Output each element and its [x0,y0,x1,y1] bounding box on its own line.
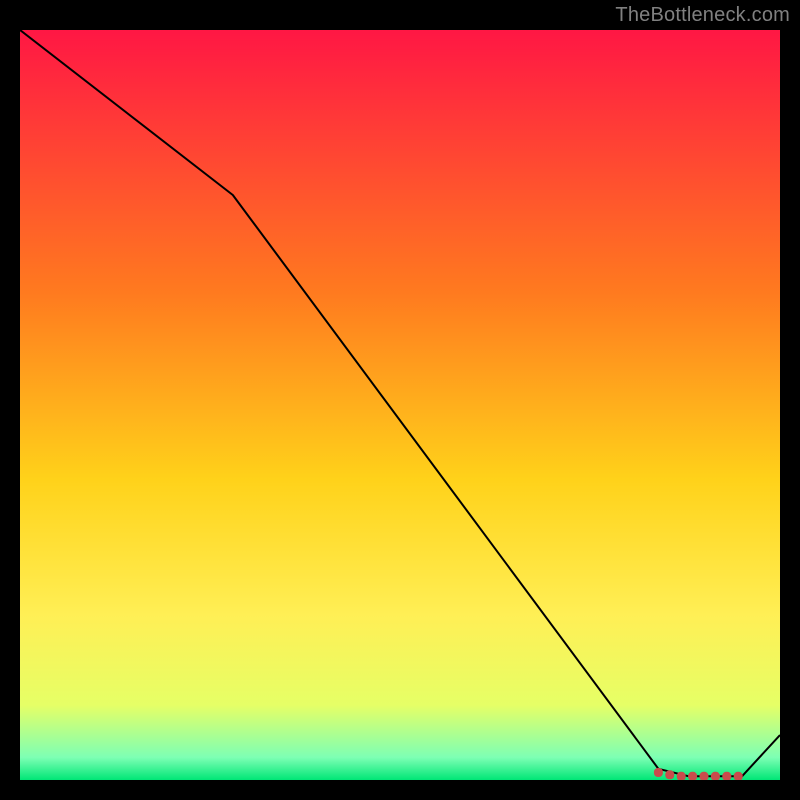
chart-svg [20,30,780,780]
chart-container: TheBottleneck.com [0,0,800,800]
plot-area [20,30,780,780]
marker-optimal-range [722,772,731,780]
attribution-label: TheBottleneck.com [615,4,790,27]
marker-optimal-range [700,772,709,780]
marker-optimal-range [677,772,686,780]
marker-optimal-range [711,772,720,780]
gradient-background [20,30,780,780]
marker-optimal-range [654,768,663,777]
marker-optimal-range [734,772,743,780]
marker-optimal-range [688,772,697,780]
marker-optimal-range [665,770,674,779]
